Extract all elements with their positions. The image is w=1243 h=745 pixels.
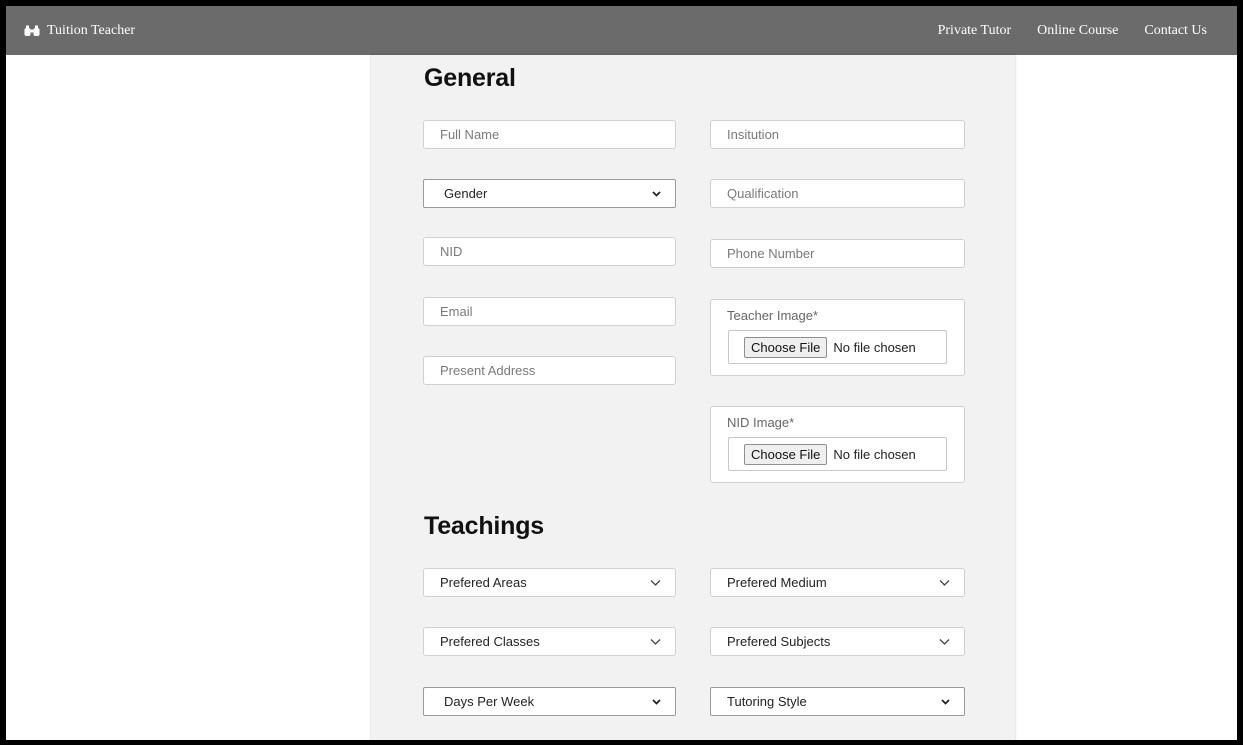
- teacher-image-file-status: No file chosen: [833, 339, 916, 355]
- tutoring-style-select[interactable]: Tutoring Style: [710, 687, 965, 716]
- prefered-classes-value: Prefered Classes: [440, 634, 540, 649]
- chevron-down-icon: [652, 190, 661, 197]
- days-per-week-value: Days Per Week: [444, 694, 535, 709]
- chevron-down-icon: [650, 638, 661, 645]
- prefered-classes-select[interactable]: Prefered Classes: [423, 627, 676, 656]
- full-name-input[interactable]: Full Name: [423, 120, 676, 149]
- full-name-placeholder: Full Name: [440, 127, 500, 142]
- prefered-areas-value: Prefered Areas: [440, 575, 527, 590]
- prefered-subjects-select[interactable]: Prefered Subjects: [710, 627, 965, 656]
- chevron-down-icon: [939, 579, 950, 586]
- nav-link-online-course[interactable]: Online Course: [1037, 23, 1118, 39]
- prefered-subjects-value: Prefered Subjects: [727, 634, 831, 649]
- prefered-areas-select[interactable]: Prefered Areas: [423, 568, 676, 597]
- phone-number-input[interactable]: Phone Number: [710, 239, 965, 268]
- chevron-down-icon: [652, 698, 661, 705]
- teacher-image-choose-file-button[interactable]: Choose File: [744, 336, 828, 358]
- qualification-input[interactable]: Qualification: [710, 179, 965, 208]
- nid-input[interactable]: NID: [423, 237, 676, 266]
- email-placeholder: Email: [440, 304, 473, 319]
- nav-link-contact-us[interactable]: Contact Us: [1144, 23, 1207, 39]
- binoculars-icon: [24, 25, 40, 37]
- chevron-down-icon: [650, 579, 661, 586]
- institution-input[interactable]: Insitution: [710, 120, 965, 149]
- email-input[interactable]: Email: [423, 297, 676, 326]
- prefered-medium-select[interactable]: Prefered Medium: [710, 568, 965, 597]
- chevron-down-icon: [939, 638, 950, 645]
- teacher-image-label: Teacher Image*: [727, 308, 819, 323]
- teacher-image-upload: Teacher Image* Choose File No file chose…: [710, 299, 965, 376]
- nid-image-label: NID Image*: [727, 415, 795, 430]
- page: Tuition Teacher Private Tutor Online Cou…: [6, 6, 1237, 740]
- phone-number-placeholder: Phone Number: [727, 246, 815, 261]
- brand[interactable]: Tuition Teacher: [24, 6, 135, 55]
- registration-form: General Full Name Insitution Gender Qual…: [371, 55, 1015, 740]
- nav-link-private-tutor[interactable]: Private Tutor: [938, 23, 1012, 39]
- qualification-placeholder: Qualification: [727, 186, 799, 201]
- gender-select-value: Gender: [444, 186, 488, 201]
- gender-select[interactable]: Gender: [423, 179, 676, 208]
- tutoring-style-value: Tutoring Style: [727, 694, 807, 709]
- days-per-week-select[interactable]: Days Per Week: [423, 687, 676, 716]
- institution-placeholder: Insitution: [727, 127, 780, 142]
- teacher-image-file-input[interactable]: Choose File No file chosen: [728, 330, 947, 364]
- chevron-down-icon: [941, 698, 950, 705]
- nid-image-file-input[interactable]: Choose File No file chosen: [728, 437, 947, 471]
- general-section-title: General: [424, 64, 516, 92]
- brand-name: Tuition Teacher: [47, 22, 136, 38]
- nid-image-choose-file-button[interactable]: Choose File: [744, 443, 828, 465]
- prefered-medium-value: Prefered Medium: [727, 575, 827, 590]
- nid-placeholder: NID: [440, 244, 463, 259]
- present-address-placeholder: Present Address: [440, 363, 536, 378]
- present-address-input[interactable]: Present Address: [423, 356, 676, 385]
- nav-links: Private Tutor Online Course Contact Us: [938, 6, 1207, 55]
- top-navbar: Tuition Teacher Private Tutor Online Cou…: [6, 6, 1237, 55]
- nid-image-file-status: No file chosen: [833, 446, 916, 462]
- teachings-section-title: Teachings: [424, 512, 544, 540]
- nid-image-upload: NID Image* Choose File No file chosen: [710, 406, 965, 483]
